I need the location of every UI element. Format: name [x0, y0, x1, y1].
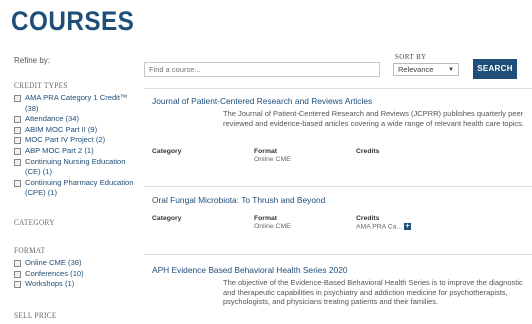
sort-by-label: SORT BY: [395, 53, 427, 61]
course-card: Journal of Patient-Centered Research and…: [144, 88, 532, 180]
page-title: COURSES: [11, 6, 135, 36]
refine-sidebar: Refine by: CREDIT TYPES AMA PRA Category…: [14, 56, 136, 320]
search-button[interactable]: SEARCH: [473, 59, 517, 79]
course-card: APH Evidence Based Behavioral Health Ser…: [144, 254, 532, 324]
meta-credits: Credits: [356, 148, 380, 155]
facet-option[interactable]: Continuing Pharmacy Education (CPE) (1): [14, 178, 136, 199]
facet-option[interactable]: Conferences (10): [14, 269, 136, 280]
facet-heading-credit-types[interactable]: CREDIT TYPES: [14, 80, 118, 90]
meta-format: Format Online CME: [254, 215, 291, 230]
facet-option[interactable]: MOC Part IV Project (2): [14, 135, 136, 146]
course-description: The objective of the Evidence-Based Beha…: [223, 278, 523, 307]
facet-heading-format[interactable]: FORMAT: [14, 245, 118, 255]
checkbox[interactable]: [14, 281, 21, 289]
facet-option[interactable]: Continuing Nursing Education (CE) (1): [14, 157, 136, 178]
course-title-link[interactable]: APH Evidence Based Behavioral Health Ser…: [152, 265, 348, 275]
checkbox[interactable]: [14, 179, 21, 187]
facet-heading-category[interactable]: CATEGORY: [14, 217, 118, 227]
facet-option[interactable]: ABIM MOC Part II (9): [14, 125, 136, 136]
facet-option[interactable]: ABP MOC Part 2 (1): [14, 146, 136, 157]
format-list: Online CME (38) Conferences (10) Worksho…: [14, 258, 136, 290]
checkbox[interactable]: [14, 95, 21, 102]
meta-format: Format Online CME: [254, 148, 291, 163]
meta-category: Category: [152, 148, 182, 155]
credits-value: AMA PRA Ca...: [356, 223, 403, 231]
course-card: Oral Fungal Microbiota: To Thrush and Be…: [144, 186, 532, 244]
refine-label: Refine by:: [14, 56, 51, 65]
facet-option[interactable]: Workshops (1): [14, 279, 136, 290]
checkbox[interactable]: [14, 126, 21, 134]
checkbox[interactable]: [14, 158, 21, 166]
meta-credits: Credits AMA PRA Ca... +: [356, 215, 412, 231]
course-title-link[interactable]: Oral Fungal Microbiota: To Thrush and Be…: [152, 195, 325, 205]
checkbox[interactable]: [14, 147, 21, 155]
sort-selected-value: Relevance: [398, 65, 434, 74]
facet-option[interactable]: Attendance (34): [14, 114, 136, 125]
checkbox[interactable]: [14, 270, 21, 278]
facet-option[interactable]: AMA PRA Category 1 Credit™ (38): [14, 93, 136, 114]
facet-heading-sell-price[interactable]: SELL PRICE: [14, 310, 118, 320]
caret-down-icon: ▼: [448, 66, 454, 73]
plus-icon[interactable]: +: [404, 223, 412, 230]
sort-select[interactable]: Relevance ▼: [393, 63, 459, 76]
course-search-input[interactable]: [144, 62, 380, 77]
meta-category: Category: [152, 215, 182, 222]
course-title-link[interactable]: Journal of Patient-Centered Research and…: [152, 96, 372, 106]
course-description: The Journal of Patient-Centered Research…: [223, 109, 525, 128]
facet-option[interactable]: Online CME (38): [14, 258, 136, 269]
checkbox[interactable]: [14, 259, 21, 267]
credit-types-list: AMA PRA Category 1 Credit™ (38) Attendan…: [14, 93, 136, 199]
checkbox[interactable]: [14, 137, 21, 145]
checkbox[interactable]: [14, 116, 21, 124]
